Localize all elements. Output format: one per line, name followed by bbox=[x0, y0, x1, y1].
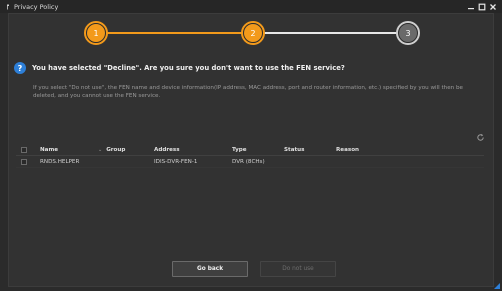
confirmation-question: ? You have selected "Decline". Are you s… bbox=[14, 62, 345, 74]
column-name[interactable]: Name bbox=[40, 147, 98, 153]
stepper-line-pending bbox=[262, 32, 406, 34]
refresh-icon[interactable] bbox=[475, 132, 485, 142]
progress-stepper: 1 2 3 bbox=[78, 20, 424, 46]
step-2: 2 bbox=[241, 21, 265, 45]
sort-icon: ⌄ bbox=[98, 146, 103, 153]
step-3: 3 bbox=[396, 21, 420, 45]
window-controls bbox=[467, 3, 497, 11]
cell-type: DVR (8CHs) bbox=[232, 158, 265, 165]
maximize-icon[interactable] bbox=[478, 3, 486, 11]
column-status[interactable]: Status bbox=[284, 147, 336, 153]
question-text: You have selected "Decline". Are you sur… bbox=[32, 64, 345, 72]
stepper-line-completed bbox=[96, 32, 244, 34]
fen-table: Name ⌄ Group Address Type Status Reason … bbox=[16, 144, 484, 168]
do-not-use-button[interactable]: Do not use bbox=[260, 261, 336, 277]
go-back-button[interactable]: Go back bbox=[172, 261, 248, 277]
step-3-label: 3 bbox=[405, 28, 411, 38]
select-all-checkbox[interactable] bbox=[21, 146, 27, 153]
step-2-label: 2 bbox=[250, 28, 256, 38]
close-icon[interactable] bbox=[489, 3, 497, 11]
column-type[interactable]: Type bbox=[232, 147, 284, 153]
table-row[interactable]: RNDS.HELPER IDIS-DVR-FEN-1 DVR (8CHs) bbox=[16, 156, 484, 168]
column-group[interactable]: ⌄ Group bbox=[98, 147, 154, 153]
column-group-label: Group bbox=[106, 146, 126, 153]
column-address[interactable]: Address bbox=[154, 147, 232, 153]
app-icon bbox=[5, 4, 11, 10]
row-checkbox[interactable] bbox=[21, 158, 27, 165]
step-1: 1 bbox=[84, 21, 108, 45]
cell-name: RNDS.HELPER bbox=[40, 158, 80, 165]
table-header: Name ⌄ Group Address Type Status Reason bbox=[16, 144, 484, 156]
window-title: Privacy Policy bbox=[14, 2, 59, 11]
step-1-label: 1 bbox=[93, 28, 99, 38]
question-icon: ? bbox=[14, 62, 26, 74]
resize-grip-icon[interactable] bbox=[494, 283, 500, 289]
description-text: If you select "Do not use", the FEN name… bbox=[33, 85, 463, 99]
cell-address: IDIS-DVR-FEN-1 bbox=[154, 158, 198, 165]
column-reason[interactable]: Reason bbox=[336, 147, 396, 153]
minimize-icon[interactable] bbox=[467, 3, 475, 11]
title-bar: Privacy Policy bbox=[0, 0, 502, 13]
